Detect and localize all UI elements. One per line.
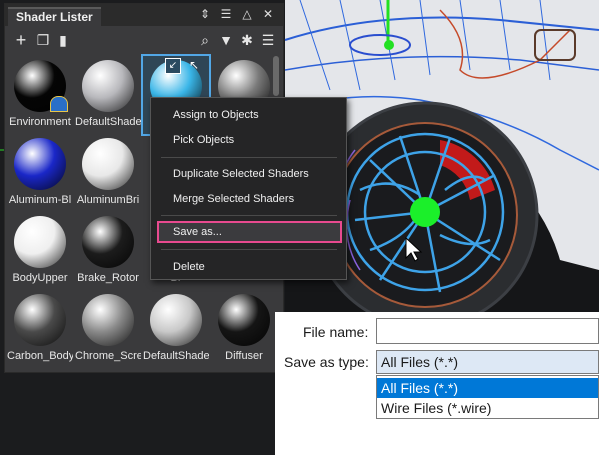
shader-preview-sphere: [14, 216, 66, 268]
panel-titlebar: Shader Lister ⇕ ☰ △ ✕: [5, 4, 283, 27]
panel-title[interactable]: Shader Lister: [8, 7, 101, 27]
dropdown-option-all-files[interactable]: All Files (*.*): [377, 378, 598, 398]
menu-item-save-as[interactable]: Save as...: [159, 221, 339, 243]
delete-shader-icon[interactable]: ▮: [55, 32, 71, 48]
shader-name-label: BodyUpper: [12, 272, 68, 284]
list-view-icon[interactable]: ☰: [260, 32, 276, 48]
menu-divider: [161, 215, 337, 216]
shader-swatch[interactable]: Carbon_Body: [7, 290, 73, 368]
shader-preview-sphere: [218, 294, 270, 346]
shader-name-label: Environment: [9, 116, 71, 128]
menu-item-delete[interactable]: Delete: [159, 256, 339, 278]
shader-preview-sphere: [82, 60, 134, 112]
shader-context-menu: Assign to Objects Pick Objects Duplicate…: [150, 97, 347, 280]
shader-swatch[interactable]: Chrome_Scre: [75, 290, 141, 368]
shader-name-label: AluminumBri: [76, 194, 140, 206]
dropdown-option-wire-files[interactable]: Wire Files (*.wire): [377, 398, 598, 418]
shader-name-label: Aluminum-Bl: [8, 194, 72, 206]
shader-swatch[interactable]: DefaultShader: [75, 56, 141, 134]
shader-name-label: Chrome_Scre: [75, 350, 141, 362]
shader-preview-sphere: [14, 138, 66, 190]
grid-scrollbar[interactable]: [273, 56, 279, 96]
shader-name-label: Carbon_Body: [7, 350, 73, 362]
save-type-label: Save as type:: [284, 354, 369, 370]
shader-name-label: Brake_Rotor: [77, 272, 139, 284]
shader-preview-sphere: [82, 216, 134, 268]
menu-item-merge-selected-shaders[interactable]: Merge Selected Shaders: [159, 188, 339, 210]
save-type-select[interactable]: All Files (*.*): [376, 350, 599, 374]
filter-icon[interactable]: ▼: [218, 32, 234, 48]
menu-item-pick-objects[interactable]: Pick Objects: [159, 129, 339, 151]
save-type-dropdown: All Files (*.*) Wire Files (*.wire): [376, 375, 599, 419]
environment-badge-icon: [50, 96, 68, 112]
save-file-dialog: File name: Save as type: All Files (*.*)…: [275, 312, 599, 455]
settings-icon[interactable]: ✱: [239, 32, 255, 48]
shader-swatch[interactable]: Diffuser: [211, 290, 277, 368]
shader-swatch[interactable]: AluminumBri: [75, 134, 141, 212]
close-icon[interactable]: ✕: [261, 7, 275, 21]
menu-divider: [161, 249, 337, 250]
pick-cursor-icon[interactable]: ↖: [187, 58, 201, 72]
collapse-icon[interactable]: △: [240, 7, 254, 21]
menu-divider: [161, 157, 337, 158]
shader-preview-sphere: [14, 294, 66, 346]
shader-swatch[interactable]: DefaultShade: [143, 290, 209, 368]
shader-swatch[interactable]: Environment: [7, 56, 73, 134]
pin-icon[interactable]: ⇕: [198, 7, 212, 21]
menu-item-duplicate-selected-shaders[interactable]: Duplicate Selected Shaders: [159, 163, 339, 185]
shader-name-label: Diffuser: [225, 350, 263, 362]
shader-toolbar: + ❐ ▮ ⌕ ▼ ✱ ☰: [5, 28, 283, 52]
copy-shader-icon[interactable]: ❐: [35, 32, 51, 48]
shader-name-label: DefaultShade: [143, 350, 209, 362]
edit-shader-icon[interactable]: ↙: [165, 58, 181, 74]
shader-preview-sphere: [82, 138, 134, 190]
shader-swatch[interactable]: Aluminum-Bl: [7, 134, 73, 212]
shader-swatch[interactable]: Brake_Rotor: [75, 212, 141, 290]
menu-icon[interactable]: ☰: [219, 7, 233, 21]
add-shader-icon[interactable]: +: [13, 31, 29, 49]
search-icon[interactable]: ⌕: [197, 32, 213, 48]
shader-swatch[interactable]: BodyUpper: [7, 212, 73, 290]
menu-item-assign-to-objects[interactable]: Assign to Objects: [159, 104, 339, 126]
shader-preview-sphere: [82, 294, 134, 346]
file-name-input[interactable]: [376, 318, 599, 344]
file-name-label: File name:: [303, 324, 369, 340]
shader-name-label: DefaultShader: [75, 116, 141, 128]
shader-preview-sphere: [150, 294, 202, 346]
